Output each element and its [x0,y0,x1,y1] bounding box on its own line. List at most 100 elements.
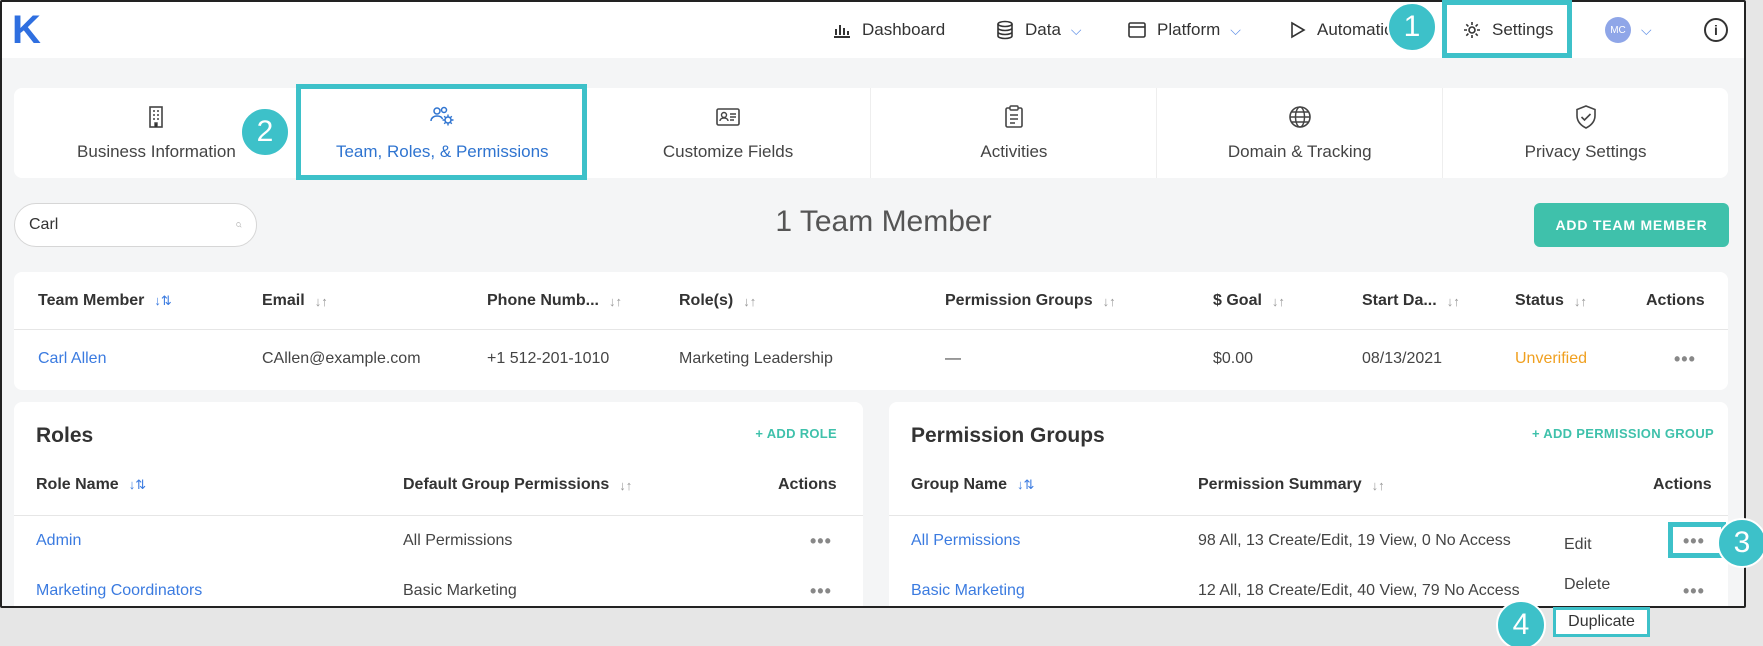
roles-title: Roles [36,424,94,447]
role-actions-button[interactable]: ••• [810,566,832,606]
col-role-name[interactable]: Role Name ↓⇅ [36,456,146,514]
team-tab-highlight [296,84,587,180]
menu-item-edit[interactable]: Edit [1564,536,1592,554]
sort-icon: ↓↑ [1573,293,1587,309]
roles-table-header: Role Name ↓⇅ Default Group Permissions ↓↑ … [14,456,863,516]
header-label: Permission Groups [945,292,1093,309]
tab-customize-fields[interactable]: Customize Fields [586,88,872,178]
col-actions: Actions [778,456,837,514]
header-label: $ Goal [1213,292,1262,309]
col-start-date[interactable]: Start Da... ↓↑ [1362,272,1460,330]
menu-item-duplicate[interactable]: Duplicate [1553,607,1650,637]
team-members-table: Team Member ↓⇅ Email ↓↑ Phone Numb... ↓↑ Ro… [14,272,1728,390]
roles-panel: Roles + ADD ROLE Role Name ↓⇅ Default Gro… [14,402,863,606]
nav-automation-label: Automatio [1317,20,1394,39]
sort-icon: ↓↑ [1102,293,1116,309]
role-permissions: Basic Marketing [403,582,517,599]
header-label: Email [262,292,305,309]
avatar: MC [1605,17,1631,43]
role-permissions: All Permissions [403,532,513,549]
add-team-member-button[interactable]: ADD TEAM MEMBER [1534,203,1729,247]
col-permission-groups[interactable]: Permission Groups ↓↑ [945,272,1116,330]
group-name-link[interactable]: All Permissions [911,516,1020,566]
tab-domain-tracking[interactable]: Domain & Tracking [1157,88,1444,178]
sort-icon: ↓↑ [1271,293,1285,309]
user-menu[interactable]: MC ⌵ [1605,2,1652,58]
building-icon [149,106,164,128]
member-goal: $0.00 [1213,350,1254,367]
app-logo[interactable]: K [12,8,41,53]
id-card-icon [716,108,740,126]
col-permission-summary[interactable]: Permission Summary ↓↑ [1198,456,1385,514]
role-name-link[interactable]: Marketing Coordinators [36,566,202,606]
col-goal[interactable]: $ Goal ↓↑ [1213,272,1285,330]
permission-groups-table-header: Group Name ↓⇅ Permission Summary ↓↑ Action… [889,456,1728,516]
shield-check-icon [1575,105,1596,129]
header-label: Actions [1653,476,1712,493]
role-actions-button[interactable]: ••• [810,516,832,566]
step-callout-4: 4 [1496,600,1546,646]
group-summary: 98 All, 13 Create/Edit, 19 View, 0 No Ac… [1198,532,1511,549]
help-button[interactable]: i [1704,2,1728,58]
col-group-name[interactable]: Group Name ↓⇅ [911,456,1034,514]
add-permission-group-button[interactable]: + ADD PERMISSION GROUP [1532,426,1714,441]
col-actions: Actions [1653,456,1712,514]
group-name-link[interactable]: Basic Marketing [911,566,1025,606]
col-actions: Actions [1646,272,1705,330]
col-phone[interactable]: Phone Numb... ↓↑ [487,272,622,330]
sort-icon: ↓⇅ [154,293,172,308]
add-role-button[interactable]: + ADD ROLE [755,426,837,441]
member-groups: — [945,350,961,367]
sort-icon: ↓↑ [1446,293,1460,309]
group-actions-button[interactable]: ••• [1683,566,1705,606]
header-label: Phone Numb... [487,292,599,309]
tab-label: Privacy Settings [1524,142,1647,161]
col-status[interactable]: Status ↓↑ [1515,272,1587,330]
table-row: Marketing Coordinators Basic Marketing •… [14,566,863,606]
group-summary: 12 All, 18 Create/Edit, 40 View, 79 No A… [1198,582,1520,599]
sort-icon: ↓↑ [1371,477,1385,493]
nav-automation[interactable]: Automatio [1287,2,1394,58]
header-label: Role Name [36,476,119,493]
table-row: Admin All Permissions ••• [14,516,863,566]
globe-icon [1288,106,1311,128]
permission-groups-title: Permission Groups [911,424,1105,447]
tab-activities[interactable]: Activities [871,88,1158,178]
header-label: Team Member [38,292,145,309]
chevron-down-icon: ⌵ [1070,21,1082,38]
nav-data[interactable]: Data ⌵ [995,2,1082,58]
step-callout-2: 2 [240,107,290,157]
app-window: K Dashboard Data ⌵ Platform ⌵ Automatio … [0,0,1746,608]
col-email[interactable]: Email ↓↑ [262,272,328,330]
member-actions-button[interactable]: ••• [1674,330,1696,388]
tab-privacy-settings[interactable]: Privacy Settings [1443,88,1728,178]
sort-icon: ↓↑ [609,293,622,309]
play-icon [1291,21,1306,39]
database-icon [997,20,1013,40]
clipboard-icon [1005,105,1023,128]
sort-icon: ↓⇅ [1017,477,1035,492]
nav-data-label: Data [1025,20,1061,39]
member-role: Marketing Leadership [679,350,833,367]
header-label: Actions [1646,292,1705,309]
header-label: Role(s) [679,292,734,309]
tab-label: Domain & Tracking [1227,142,1372,161]
sort-icon: ↓↑ [619,477,633,493]
member-phone: +1 512-201-1010 [487,350,610,367]
col-team-member[interactable]: Team Member ↓⇅ [38,272,172,330]
member-name-link[interactable]: Carl Allen [38,330,106,388]
tab-label: Business Information [77,142,236,161]
info-icon: i [1704,18,1728,42]
role-name-link[interactable]: Admin [36,516,81,566]
menu-item-delete[interactable]: Delete [1564,576,1610,594]
team-member-count: 1 Team Member [775,205,992,238]
status-badge: Unverified [1515,350,1588,367]
chevron-down-icon: ⌵ [1641,21,1652,38]
nav-dashboard[interactable]: Dashboard [832,2,945,58]
nav-platform[interactable]: Platform ⌵ [1127,2,1241,58]
nav-platform-label: Platform [1157,20,1221,39]
sort-icon: ↓⇅ [128,477,147,492]
bar-chart-icon [834,25,850,38]
col-default-permissions[interactable]: Default Group Permissions ↓↑ [403,456,632,514]
col-roles[interactable]: Role(s) ↓↑ [679,272,756,330]
